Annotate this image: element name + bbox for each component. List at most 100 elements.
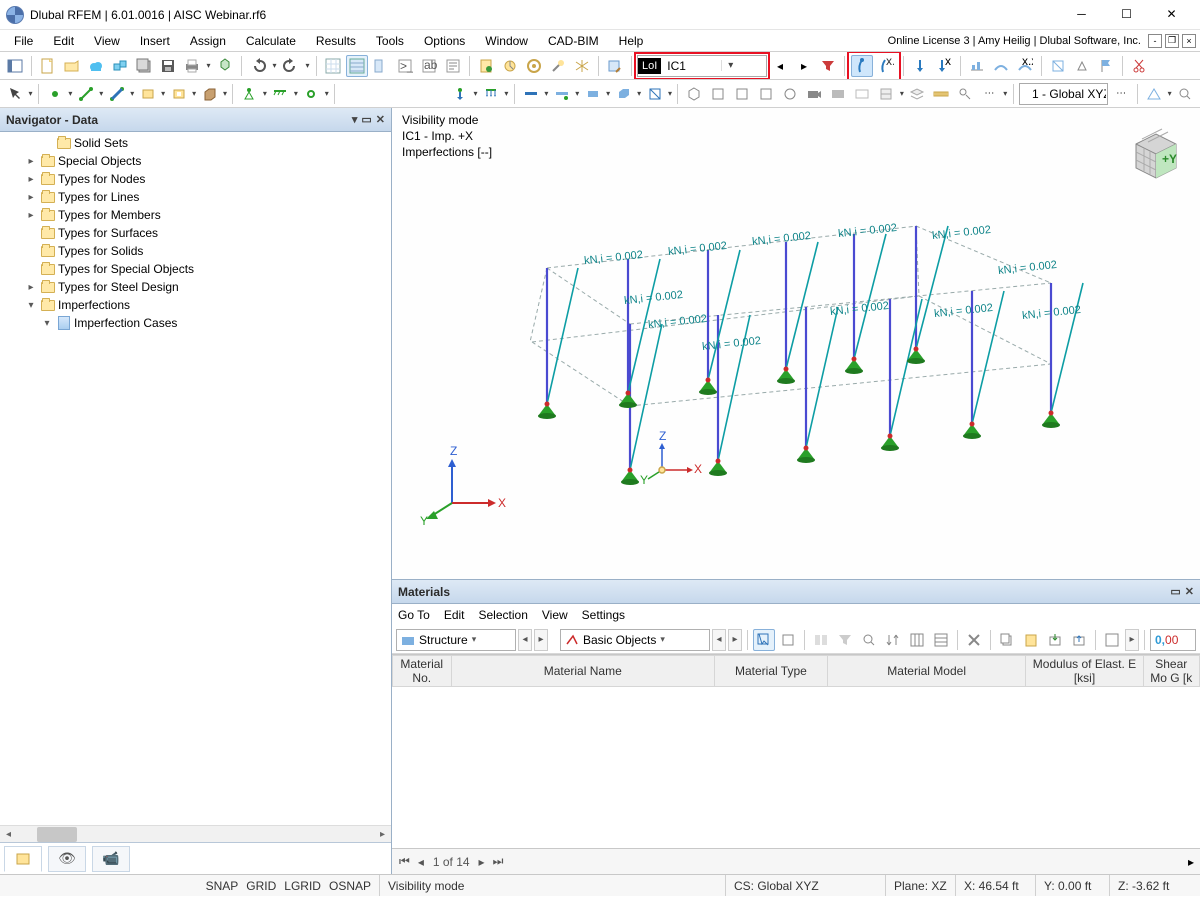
menu-window[interactable]: Window: [475, 31, 538, 51]
view-z-icon[interactable]: [755, 83, 777, 105]
wizard-icon[interactable]: [547, 55, 569, 77]
mat-menu-settings[interactable]: Settings: [582, 608, 625, 622]
fit-icon[interactable]: [1101, 629, 1123, 651]
prev-case-icon[interactable]: ◂: [769, 55, 791, 77]
sync-sel-icon[interactable]: [753, 629, 775, 651]
line-icon[interactable]: [75, 83, 97, 105]
first-icon[interactable]: ⏮: [396, 852, 413, 871]
mdi-restore-icon[interactable]: ❐: [1165, 34, 1179, 48]
menu-file[interactable]: File: [4, 31, 43, 51]
script-icon[interactable]: >_: [394, 55, 416, 77]
surface-icon[interactable]: [137, 83, 159, 105]
close-button[interactable]: ✕: [1149, 0, 1194, 30]
delete-icon[interactable]: [963, 629, 985, 651]
load-case-selector[interactable]: LoI ▾: [637, 55, 767, 77]
show-result-values-icon[interactable]: x.x: [1014, 55, 1036, 77]
menu-cad-bim[interactable]: CAD-BIM: [538, 31, 609, 51]
opening-icon[interactable]: [168, 83, 190, 105]
coord-sys-selector[interactable]: ▾: [1019, 83, 1108, 105]
panel-pin-icon[interactable]: ▭: [361, 113, 371, 126]
next-icon[interactable]: ▸: [728, 629, 742, 651]
measure-icon[interactable]: [930, 83, 952, 105]
calc-check-icon[interactable]: [523, 55, 545, 77]
surface-load-icon[interactable]: [582, 83, 604, 105]
tree-item[interactable]: Solid Sets: [0, 134, 391, 152]
status-lgrid[interactable]: LGRID: [284, 879, 321, 893]
nodal-support-icon[interactable]: [238, 83, 260, 105]
panel-menu-icon[interactable]: ▾: [352, 113, 358, 126]
status-osnap[interactable]: OSNAP: [329, 879, 371, 893]
menu-tools[interactable]: Tools: [366, 31, 414, 51]
mdi-close-icon[interactable]: ×: [1182, 34, 1196, 48]
view-x-icon[interactable]: [707, 83, 729, 105]
tree-item[interactable]: ▾Imperfection Cases: [0, 314, 391, 332]
layer-icon[interactable]: [906, 83, 928, 105]
log-icon[interactable]: [442, 55, 464, 77]
member-load2-icon[interactable]: [551, 83, 573, 105]
view-iso-icon[interactable]: [683, 83, 705, 105]
misc-load-icon[interactable]: [644, 83, 666, 105]
status-grid[interactable]: GRID: [246, 879, 276, 893]
line-load-icon[interactable]: [480, 83, 502, 105]
mat-combo-objects[interactable]: Basic Objects ▾: [560, 629, 710, 651]
navigator-hscroll[interactable]: ◂▸: [0, 825, 391, 842]
redo-icon[interactable]: [280, 55, 302, 77]
tree-item[interactable]: Types for Special Objects: [0, 260, 391, 278]
case-filter-icon[interactable]: [817, 55, 839, 77]
prev-icon[interactable]: ◂: [415, 853, 427, 871]
nodal-load-icon[interactable]: [449, 83, 471, 105]
export-icon[interactable]: [1068, 629, 1090, 651]
node-icon[interactable]: [44, 83, 66, 105]
grid-icon[interactable]: [322, 55, 344, 77]
show-results-icon[interactable]: [966, 55, 988, 77]
viewport-3d[interactable]: Visibility mode IC1 - Imp. +X Imperfecti…: [392, 108, 1200, 579]
more-icon[interactable]: ⋯: [978, 83, 1000, 105]
hinge-icon[interactable]: [300, 83, 322, 105]
support-icon[interactable]: [1071, 55, 1093, 77]
maximize-button[interactable]: ☐: [1104, 0, 1149, 30]
wire-icon[interactable]: [851, 83, 873, 105]
solid-load-icon[interactable]: [613, 83, 635, 105]
show-loads-icon[interactable]: [909, 55, 931, 77]
show-imperfections-icon[interactable]: [851, 55, 873, 77]
next-icon[interactable]: ▸: [476, 853, 488, 871]
prev-icon[interactable]: ◂: [518, 629, 532, 651]
render-icon[interactable]: [827, 83, 849, 105]
print-icon[interactable]: [181, 55, 203, 77]
scroll-right-icon[interactable]: ▸: [1182, 855, 1200, 869]
save-icon[interactable]: [157, 55, 179, 77]
addons-icon[interactable]: [214, 55, 236, 77]
cut-icon[interactable]: [1128, 55, 1150, 77]
nav-tab-views[interactable]: 📹: [92, 846, 130, 872]
view-y-icon[interactable]: [731, 83, 753, 105]
console-icon[interactable]: ab: [418, 55, 440, 77]
prev-icon[interactable]: ◂: [712, 629, 726, 651]
minimize-button[interactable]: ─: [1059, 0, 1104, 30]
load-edit-icon[interactable]: [604, 55, 626, 77]
show-load-values-icon[interactable]: x.x: [933, 55, 955, 77]
col-e[interactable]: Modulus of Elast. E [ksi]: [1026, 656, 1143, 687]
section-icon[interactable]: [1047, 55, 1069, 77]
menu-insert[interactable]: Insert: [130, 31, 180, 51]
col-name[interactable]: Material Name: [451, 656, 714, 687]
tree-item[interactable]: Types for Solids: [0, 242, 391, 260]
table-icon[interactable]: [346, 55, 368, 77]
menu-help[interactable]: Help: [609, 31, 654, 51]
import-icon[interactable]: [1044, 629, 1066, 651]
open-icon[interactable]: [61, 55, 83, 77]
menu-results[interactable]: Results: [306, 31, 366, 51]
new-icon[interactable]: [37, 55, 59, 77]
navigator-tree[interactable]: Solid Sets▸Special Objects▸Types for Nod…: [0, 132, 391, 825]
col-no[interactable]: Material No.: [393, 656, 452, 687]
camera-icon[interactable]: [803, 83, 825, 105]
menu-assign[interactable]: Assign: [180, 31, 236, 51]
mat-menu-goto[interactable]: Go To: [398, 608, 430, 622]
mat-menu-edit[interactable]: Edit: [444, 608, 465, 622]
perspective-icon[interactable]: [1143, 83, 1165, 105]
paste-icon[interactable]: [1020, 629, 1042, 651]
show-imperfection-values-icon[interactable]: x.x: [875, 55, 897, 77]
flag-icon[interactable]: [1095, 55, 1117, 77]
panel-close-icon[interactable]: ✕: [1185, 585, 1194, 598]
zoom-icon[interactable]: [1174, 83, 1196, 105]
find-icon[interactable]: [858, 629, 880, 651]
